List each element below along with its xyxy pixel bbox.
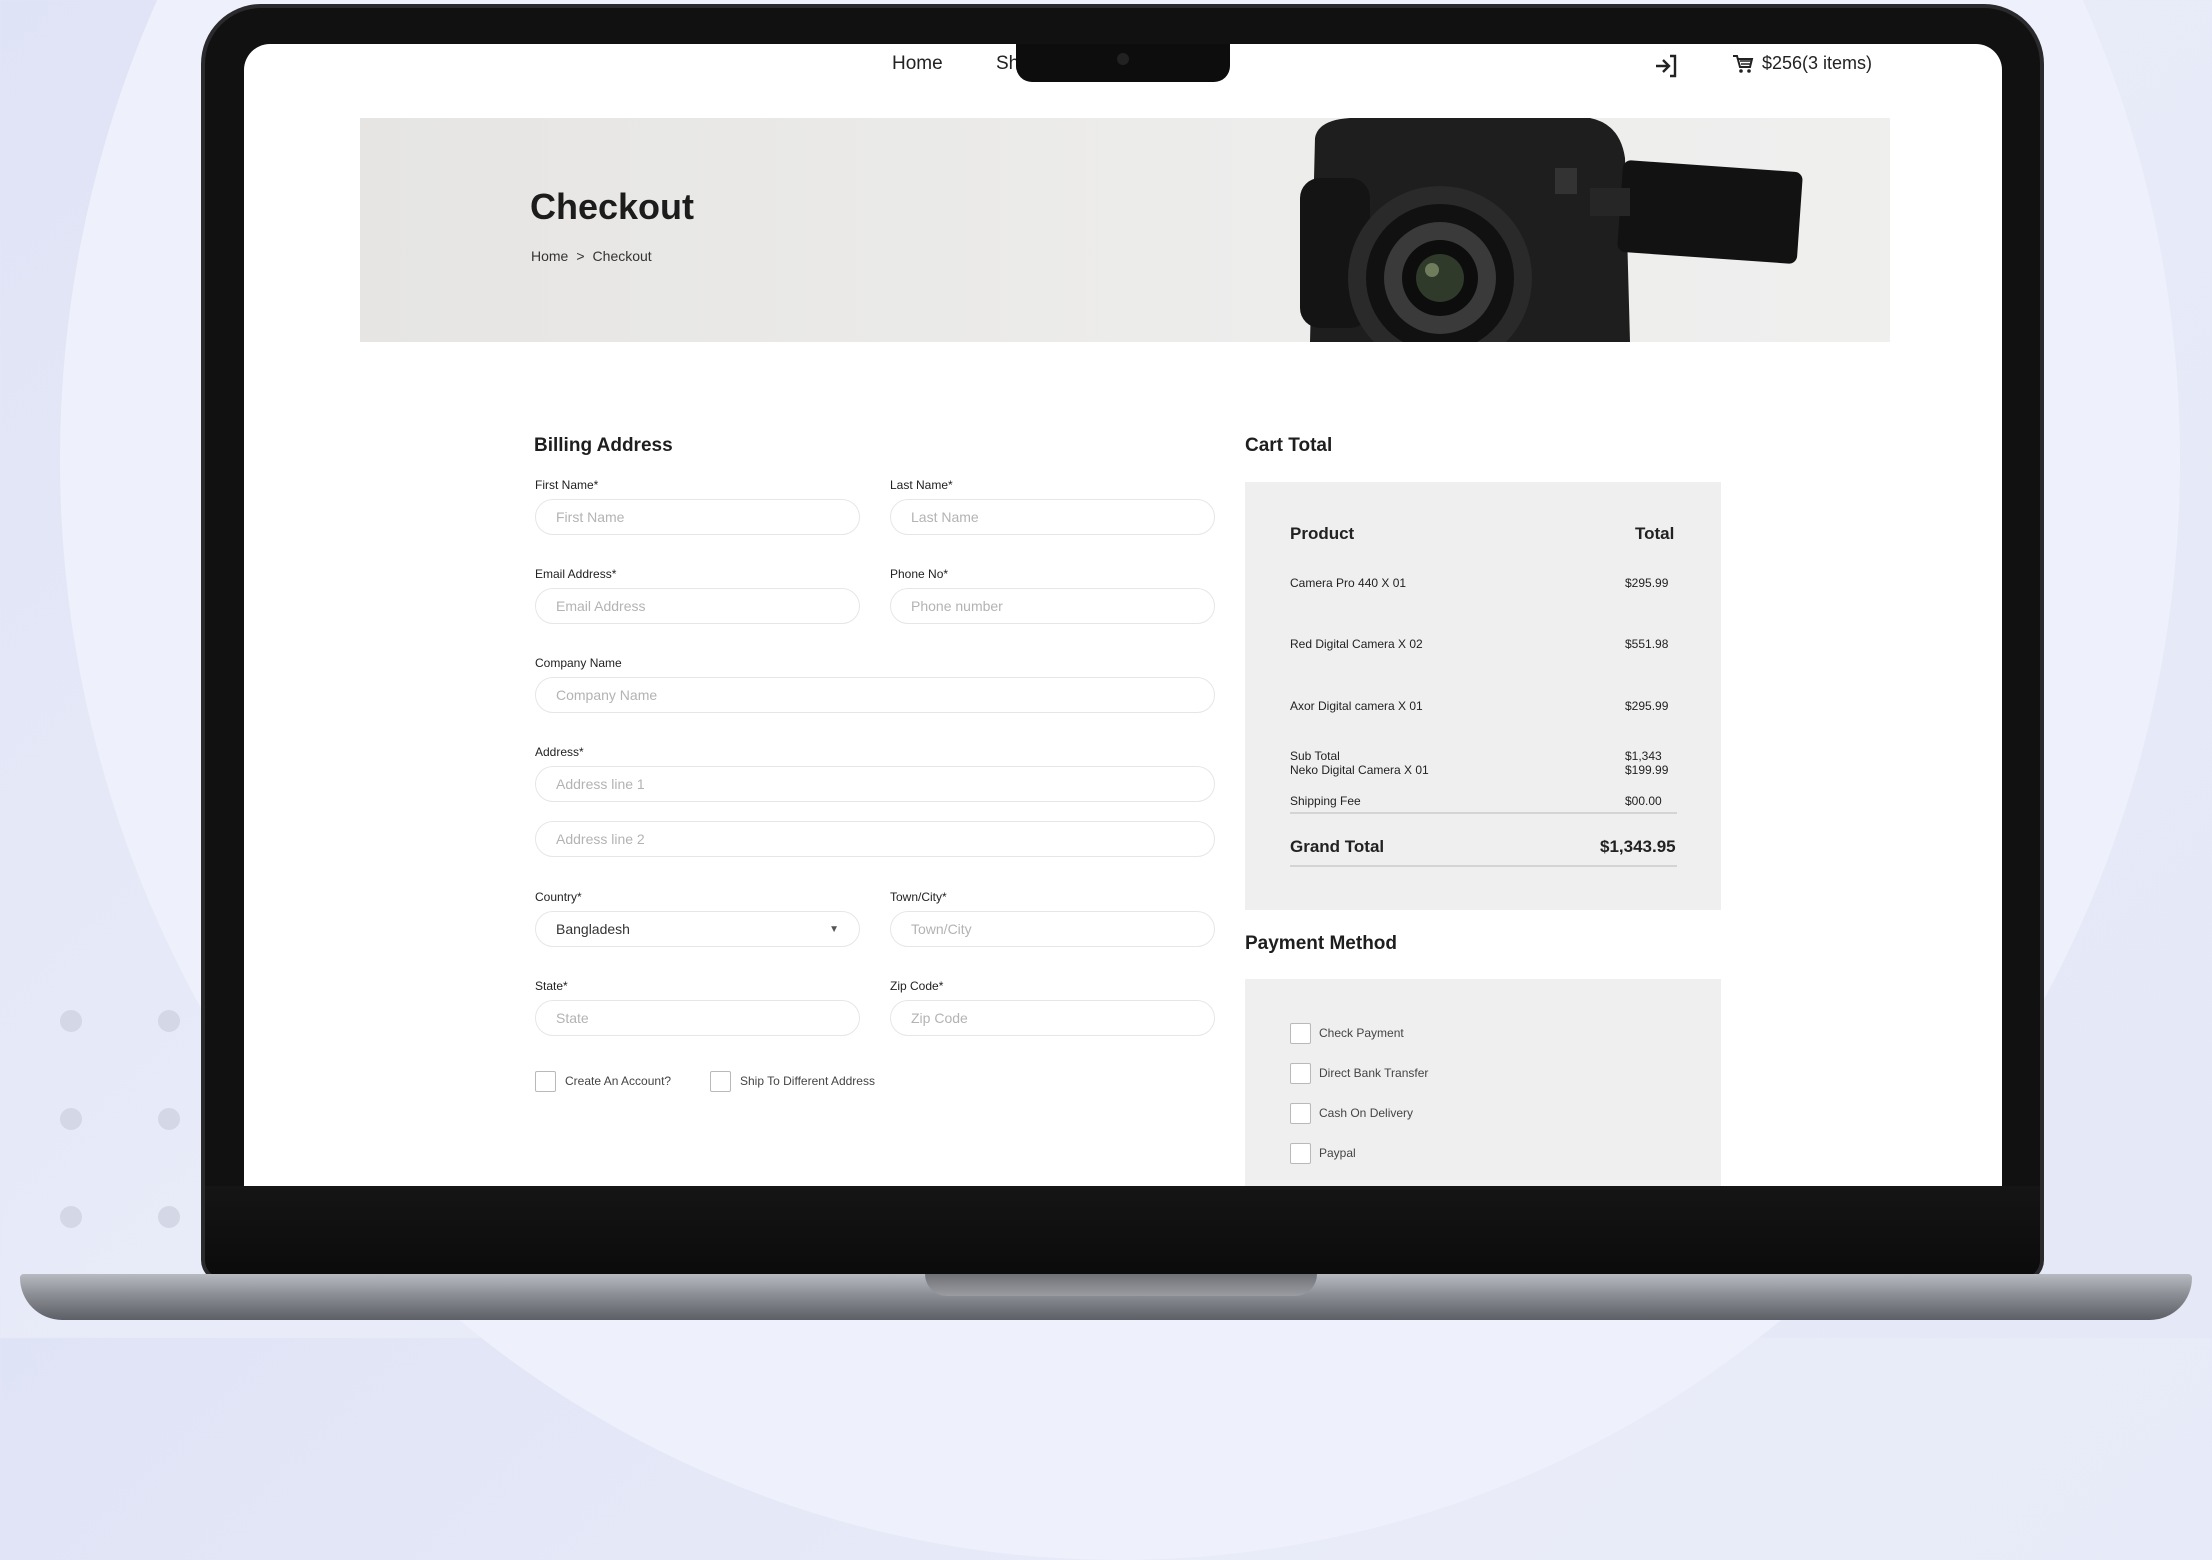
phone-label: Phone No*	[890, 567, 949, 581]
country-select[interactable]: Bangladesh ▼	[535, 911, 860, 947]
cart-item-name: Red Digital Camera X 02	[1290, 637, 1423, 651]
cart-item-name: Neko Digital Camera X 01	[1290, 763, 1429, 777]
shipping-value: $00.00	[1625, 794, 1662, 808]
divider	[1290, 812, 1677, 814]
state-label: State*	[535, 979, 568, 993]
payment-checkbox-cod[interactable]	[1290, 1103, 1311, 1124]
breadcrumb-current: Checkout	[592, 248, 652, 264]
billing-title: Billing Address	[534, 435, 673, 456]
zip-field[interactable]	[890, 1000, 1215, 1036]
payment-option-label: Paypal	[1319, 1146, 1356, 1160]
payment-checkbox-check[interactable]	[1290, 1023, 1311, 1044]
address-label: Address*	[535, 745, 584, 759]
page-title: Checkout	[530, 186, 695, 227]
phone-field[interactable]	[890, 588, 1215, 624]
country-label: Country*	[535, 890, 582, 904]
create-account-label: Create An Account?	[565, 1074, 672, 1088]
ship-different-label: Ship To Different Address	[740, 1074, 875, 1088]
payment-option-label: Direct Bank Transfer	[1319, 1066, 1429, 1080]
payment-option-label: Cash On Delivery	[1319, 1106, 1414, 1120]
cart-summary[interactable]: $256(3 items)	[1732, 53, 1872, 74]
shipping-label: Shipping Fee	[1290, 794, 1361, 808]
address-line1-field[interactable]	[535, 766, 1215, 802]
cart-item-total: $551.98	[1625, 637, 1669, 651]
cart-item-total: $295.99	[1625, 576, 1669, 590]
cart-summary-text: $256(3 items)	[1762, 53, 1873, 73]
camera-image	[1300, 118, 1803, 342]
create-account-checkbox[interactable]	[535, 1071, 556, 1092]
cart-icon	[1733, 54, 1754, 73]
address-line2-field[interactable]	[535, 821, 1215, 857]
breadcrumb-home[interactable]: Home	[531, 248, 568, 264]
first-name-label: First Name*	[535, 478, 599, 492]
breadcrumb-separator: >	[576, 248, 585, 264]
zip-label: Zip Code*	[890, 979, 944, 993]
last-name-field[interactable]	[890, 499, 1215, 535]
payment-checkbox-paypal[interactable]	[1290, 1143, 1311, 1164]
nav-home-link[interactable]: Home	[892, 53, 943, 75]
ship-different-checkbox[interactable]	[710, 1071, 731, 1092]
state-field[interactable]	[535, 1000, 860, 1036]
laptop-opening-notch	[925, 1274, 1317, 1296]
company-field[interactable]	[535, 677, 1215, 713]
payment-option-label: Check Payment	[1319, 1026, 1404, 1040]
company-label: Company Name	[535, 656, 622, 670]
first-name-field[interactable]	[535, 499, 860, 535]
payment-checkbox-bank[interactable]	[1290, 1063, 1311, 1084]
grand-total-value: $1,343.95	[1600, 837, 1676, 856]
checkout-banner: Checkout Home > Checkout	[360, 118, 1890, 342]
subtotal-label: Sub Total	[1290, 749, 1340, 763]
cart-col-total: Total	[1635, 524, 1675, 543]
town-field[interactable]	[890, 911, 1215, 947]
email-field[interactable]	[535, 588, 860, 624]
chevron-down-icon: ▼	[829, 923, 839, 935]
town-label: Town/City*	[890, 890, 947, 904]
cart-item-total: $199.99	[1625, 763, 1669, 777]
payment-panel: Check Payment Direct Bank Transfer Cash …	[1245, 979, 1721, 1186]
breadcrumb: Home > Checkout	[531, 248, 652, 264]
last-name-label: Last Name*	[890, 478, 953, 492]
cart-col-product: Product	[1290, 524, 1355, 543]
cart-total-title: Cart Total	[1245, 435, 1333, 456]
grand-total-label: Grand Total	[1290, 837, 1385, 856]
divider	[1290, 865, 1677, 867]
subtotal-value: $1,343	[1625, 749, 1662, 763]
laptop-bezel-bottom	[205, 1186, 2040, 1278]
payment-title: Payment Method	[1245, 933, 1398, 954]
country-value: Bangladesh	[556, 921, 630, 937]
webcam-icon	[1117, 53, 1129, 65]
cart-item-total: $295.99	[1625, 699, 1669, 713]
cart-total-panel: Product Total Camera Pro 440 X 01 $295.9…	[1245, 482, 1721, 910]
cart-item-name: Axor Digital camera X 01	[1290, 699, 1423, 713]
camera-notch	[1016, 44, 1230, 82]
laptop-screen: Home Sh $256(3 items) Checkout Home > Ch…	[244, 44, 2002, 1186]
email-label: Email Address*	[535, 567, 617, 581]
cart-item-name: Camera Pro 440 X 01	[1290, 576, 1407, 590]
login-icon[interactable]	[1653, 53, 1679, 79]
